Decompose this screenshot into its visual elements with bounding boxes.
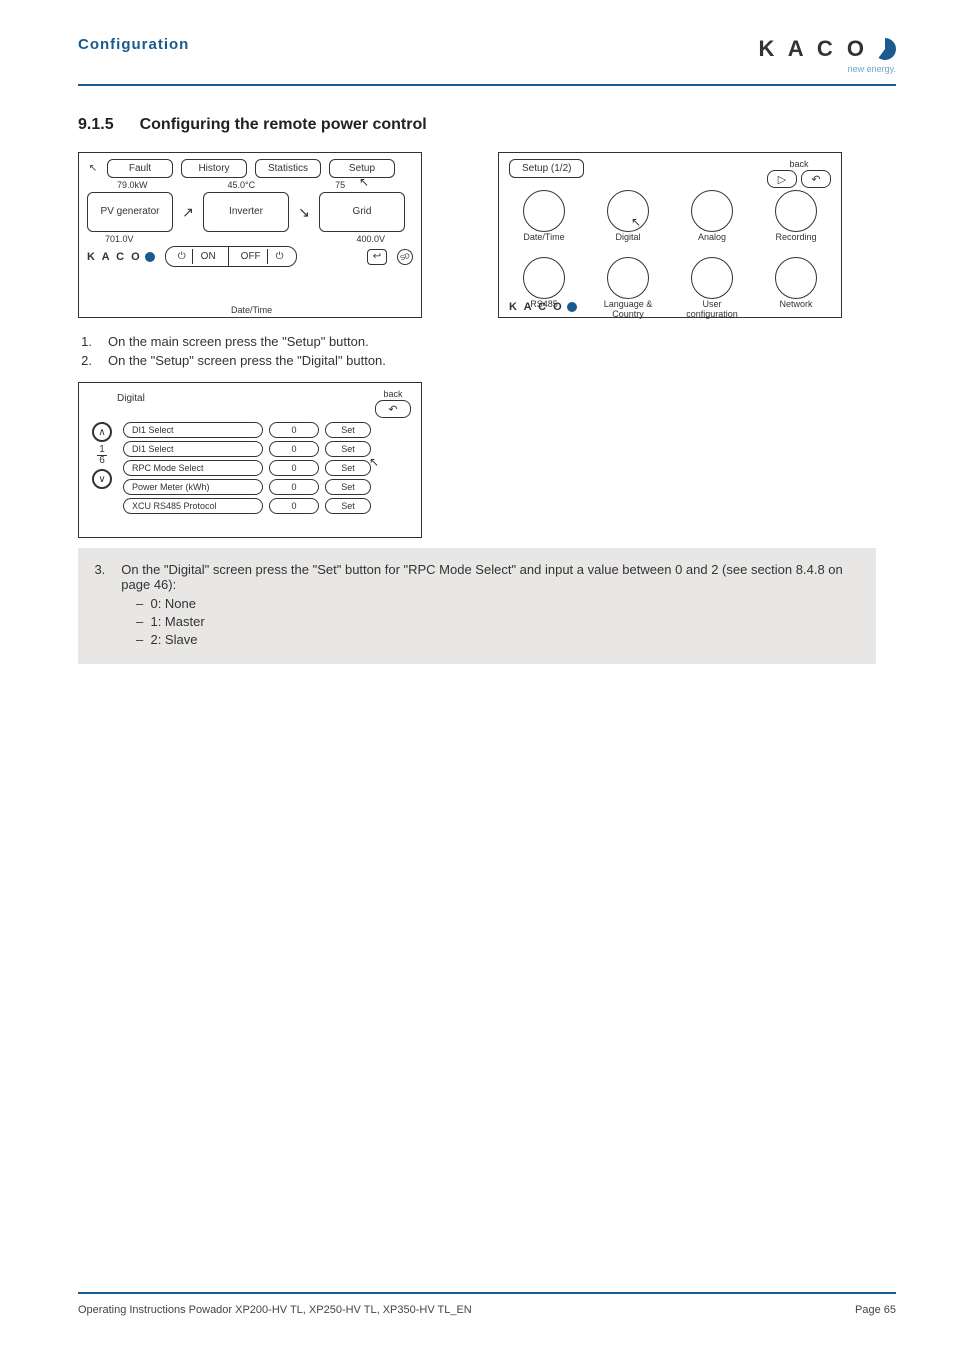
brand-small-text: K A C O xyxy=(87,251,142,263)
dc-voltage: 701.0V xyxy=(105,234,134,244)
set-button[interactable]: Set xyxy=(325,422,371,438)
row-label: DI1 Select xyxy=(123,422,263,438)
analog-button[interactable] xyxy=(691,190,733,232)
brand-small: K A C O xyxy=(87,251,155,263)
arrow-right-icon: ↗ xyxy=(179,204,197,221)
step-number: 3. xyxy=(92,562,105,592)
step3-block: 3. On the "Digital" screen press the "Se… xyxy=(78,548,876,664)
cell-label: Digital xyxy=(593,233,663,253)
swirl-icon xyxy=(874,38,896,60)
power-icon: ⏻ xyxy=(172,249,193,264)
power-icon: ⏻ xyxy=(270,249,290,264)
page-indicator: 1 6 xyxy=(97,445,107,466)
main-screen-mock: ↖ Fault History Statistics Setup ↖ 79.0k… xyxy=(78,152,422,318)
cell-label: Language & Country xyxy=(593,300,663,320)
cursor-icon: ↖ xyxy=(359,175,369,189)
set-button[interactable]: Set xyxy=(325,479,371,495)
row-label: Power Meter (kWh) xyxy=(123,479,263,495)
brand-text: K A C O xyxy=(759,36,868,62)
cell-label: User configuration xyxy=(677,300,747,320)
scroll-up-button[interactable]: ∧ xyxy=(92,422,112,442)
datetime-label: Date/Time xyxy=(231,305,272,315)
scroll-down-button[interactable]: ∨ xyxy=(92,469,112,489)
setup-title: Setup (1/2) xyxy=(509,159,584,178)
footer-left: Operating Instructions Powador XP200-HV … xyxy=(78,1304,472,1316)
digital-screen-mock: Digital back ↶ ↖ ∧ 1 6 ∨ DI1 Select0Set … xyxy=(78,382,422,538)
row-value: 0 xyxy=(269,460,319,476)
grid-box[interactable]: Grid xyxy=(319,192,405,232)
row-value: 0 xyxy=(269,498,319,514)
return-button[interactable]: ↶ xyxy=(375,400,411,418)
ac-voltage: 400.0V xyxy=(356,234,385,244)
swirl-icon xyxy=(145,252,155,262)
temp-value: 45.0°C xyxy=(228,180,256,190)
fault-button[interactable]: Fault xyxy=(107,159,173,178)
brand-logo: K A C O new energy. xyxy=(759,36,896,74)
dash-icon: – xyxy=(136,614,143,629)
setup-screen-mock: Setup (1/2) back ▷ ↶ ↖ Date/Time Digital… xyxy=(498,152,842,318)
step-text: On the "Digital" screen press the "Set" … xyxy=(121,562,862,592)
swirl-icon xyxy=(567,302,577,312)
eff-value: 75 xyxy=(335,180,345,190)
language-button[interactable] xyxy=(607,257,649,299)
option-text: 1: Master xyxy=(150,614,204,629)
userconfig-button[interactable] xyxy=(691,257,733,299)
page-total: 6 xyxy=(97,456,107,466)
section-number: 9.1.5 xyxy=(78,116,114,134)
dash-icon: – xyxy=(136,596,143,611)
cell-label: Network xyxy=(761,300,831,320)
on-label: ON xyxy=(195,249,222,264)
footer-right: Page 65 xyxy=(855,1304,896,1316)
recording-button[interactable] xyxy=(775,190,817,232)
back-label: back xyxy=(767,159,831,169)
step-number: 1. xyxy=(78,334,92,349)
page-header-title: Configuration xyxy=(78,36,189,53)
cursor-icon: ↖ xyxy=(631,215,641,229)
digital-button[interactable] xyxy=(607,190,649,232)
brand-tagline: new energy. xyxy=(759,64,896,74)
cell-label: Recording xyxy=(761,233,831,253)
cell-label: Analog xyxy=(677,233,747,253)
option-text: 2: Slave xyxy=(150,632,197,647)
power-value: 79.0kW xyxy=(117,180,148,190)
row-label: RPC Mode Select xyxy=(123,460,263,476)
brand-small: K A C O xyxy=(509,301,577,313)
return-button[interactable]: ↶ xyxy=(801,170,831,188)
statistics-button[interactable]: Statistics xyxy=(255,159,321,178)
rs485-button[interactable] xyxy=(523,257,565,299)
history-button[interactable]: History xyxy=(181,159,247,178)
brand-small-text: K A C O xyxy=(509,301,564,313)
step-text: On the "Setup" screen press the "Digital… xyxy=(108,353,386,368)
cursor-icon: ↖ xyxy=(87,163,99,175)
step-number: 2. xyxy=(78,353,92,368)
row-value: 0 xyxy=(269,422,319,438)
network-button[interactable] xyxy=(775,257,817,299)
option-text: 0: None xyxy=(150,596,196,611)
off-label: OFF xyxy=(235,249,268,264)
dash-icon: – xyxy=(136,632,143,647)
datetime-button[interactable] xyxy=(523,190,565,232)
cell-label: Date/Time xyxy=(509,233,579,253)
sd-icon: SD xyxy=(395,246,416,267)
pv-generator-box[interactable]: PV generator xyxy=(87,192,173,232)
arrow-right-icon: ↘ xyxy=(295,204,313,221)
step-text: On the main screen press the "Setup" but… xyxy=(108,334,369,349)
row-label: XCU RS485 Protocol xyxy=(123,498,263,514)
row-value: 0 xyxy=(269,441,319,457)
inverter-box[interactable]: Inverter xyxy=(203,192,289,232)
row-value: 0 xyxy=(269,479,319,495)
next-button[interactable]: ▷ xyxy=(767,170,797,188)
on-off-toggle[interactable]: ⏻ON OFF⏻ xyxy=(165,246,297,267)
set-button[interactable]: Set xyxy=(325,460,371,476)
back-label: back xyxy=(375,389,411,399)
set-button[interactable]: Set xyxy=(325,498,371,514)
footer-divider xyxy=(78,1292,896,1294)
back-icon-box[interactable]: ↩ xyxy=(367,249,387,265)
cursor-icon: ↖ xyxy=(369,455,379,469)
section-title: Configuring the remote power control xyxy=(140,116,427,134)
row-label: DI1 Select xyxy=(123,441,263,457)
digital-title: Digital xyxy=(117,389,145,404)
set-button[interactable]: Set xyxy=(325,441,371,457)
